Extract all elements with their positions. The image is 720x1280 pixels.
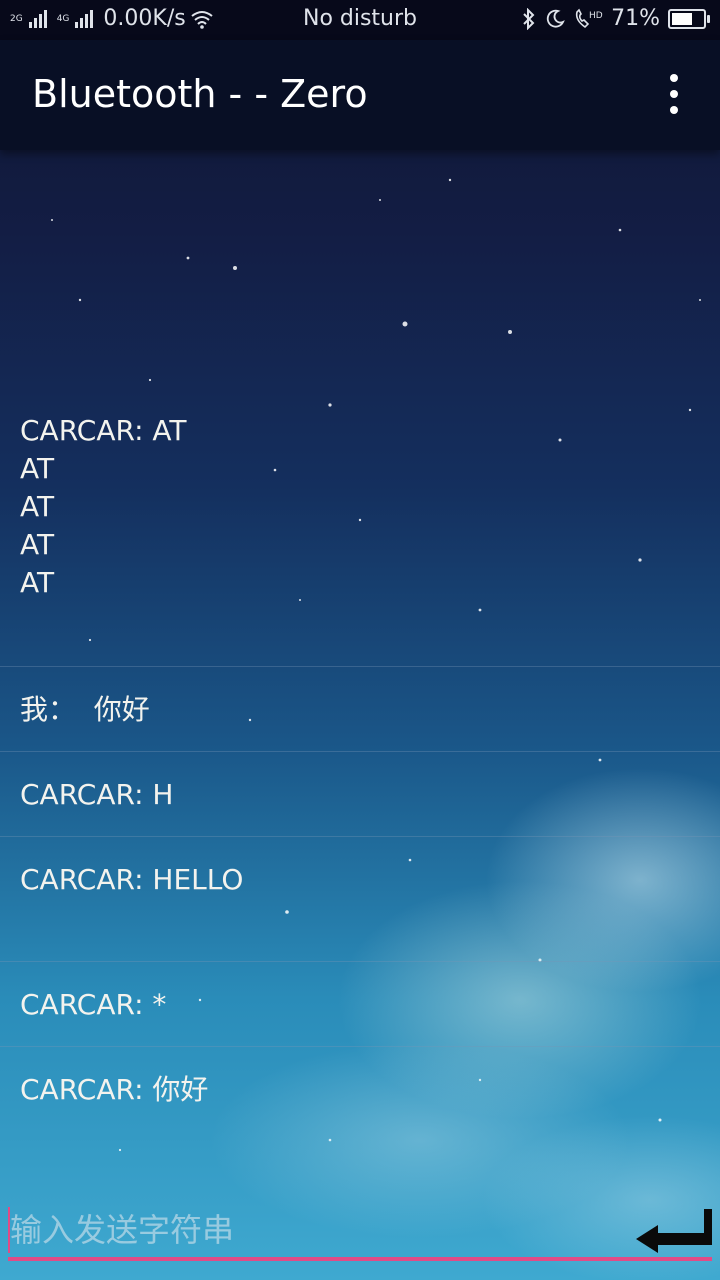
message-line: CARCAR: HELLO (20, 863, 244, 896)
message-item: 我： 你好 (0, 667, 720, 752)
message-line: CARCAR: 你好 (20, 1073, 209, 1106)
status-bar: 2G 4G 0.00K/s No disturb HD 71% (0, 0, 720, 40)
message-line: AT (20, 566, 55, 599)
compose-bar (0, 1195, 720, 1280)
message-line: CARCAR: AT (20, 414, 187, 447)
overflow-menu-icon[interactable] (658, 74, 690, 114)
message-line: CARCAR: * (20, 988, 167, 1021)
battery-icon (668, 8, 710, 29)
app-toolbar: Bluetooth - - Zero (0, 40, 720, 150)
moon-icon (546, 9, 565, 28)
message-input[interactable] (10, 1205, 610, 1255)
enter-return-icon[interactable] (632, 1205, 714, 1255)
battery-fill (672, 12, 692, 25)
message-list: CARCAR: AT AT AT AT AT 我： 你好 CARCAR: H C… (0, 150, 720, 1190)
message-item: CARCAR: AT AT AT AT AT (0, 412, 720, 667)
message-line: AT (20, 528, 55, 561)
svg-text:HD: HD (589, 11, 603, 21)
input-underline (8, 1257, 712, 1261)
app-title: Bluetooth - - Zero (32, 72, 368, 116)
battery-percent: 71% (611, 6, 660, 31)
hd-call-icon: HD (575, 8, 603, 28)
message-item: CARCAR: HELLO (0, 837, 720, 962)
message-item: CARCAR: * (0, 962, 720, 1047)
message-item: CARCAR: H (0, 752, 720, 837)
bluetooth-icon (523, 7, 535, 30)
status-right: HD 71% (521, 6, 710, 31)
message-line: CARCAR: H (20, 778, 174, 811)
message-item: CARCAR: 你好 (0, 1047, 720, 1131)
message-line: AT (20, 452, 55, 485)
message-line: AT (20, 490, 55, 523)
message-line: 我： 你好 (20, 693, 150, 726)
